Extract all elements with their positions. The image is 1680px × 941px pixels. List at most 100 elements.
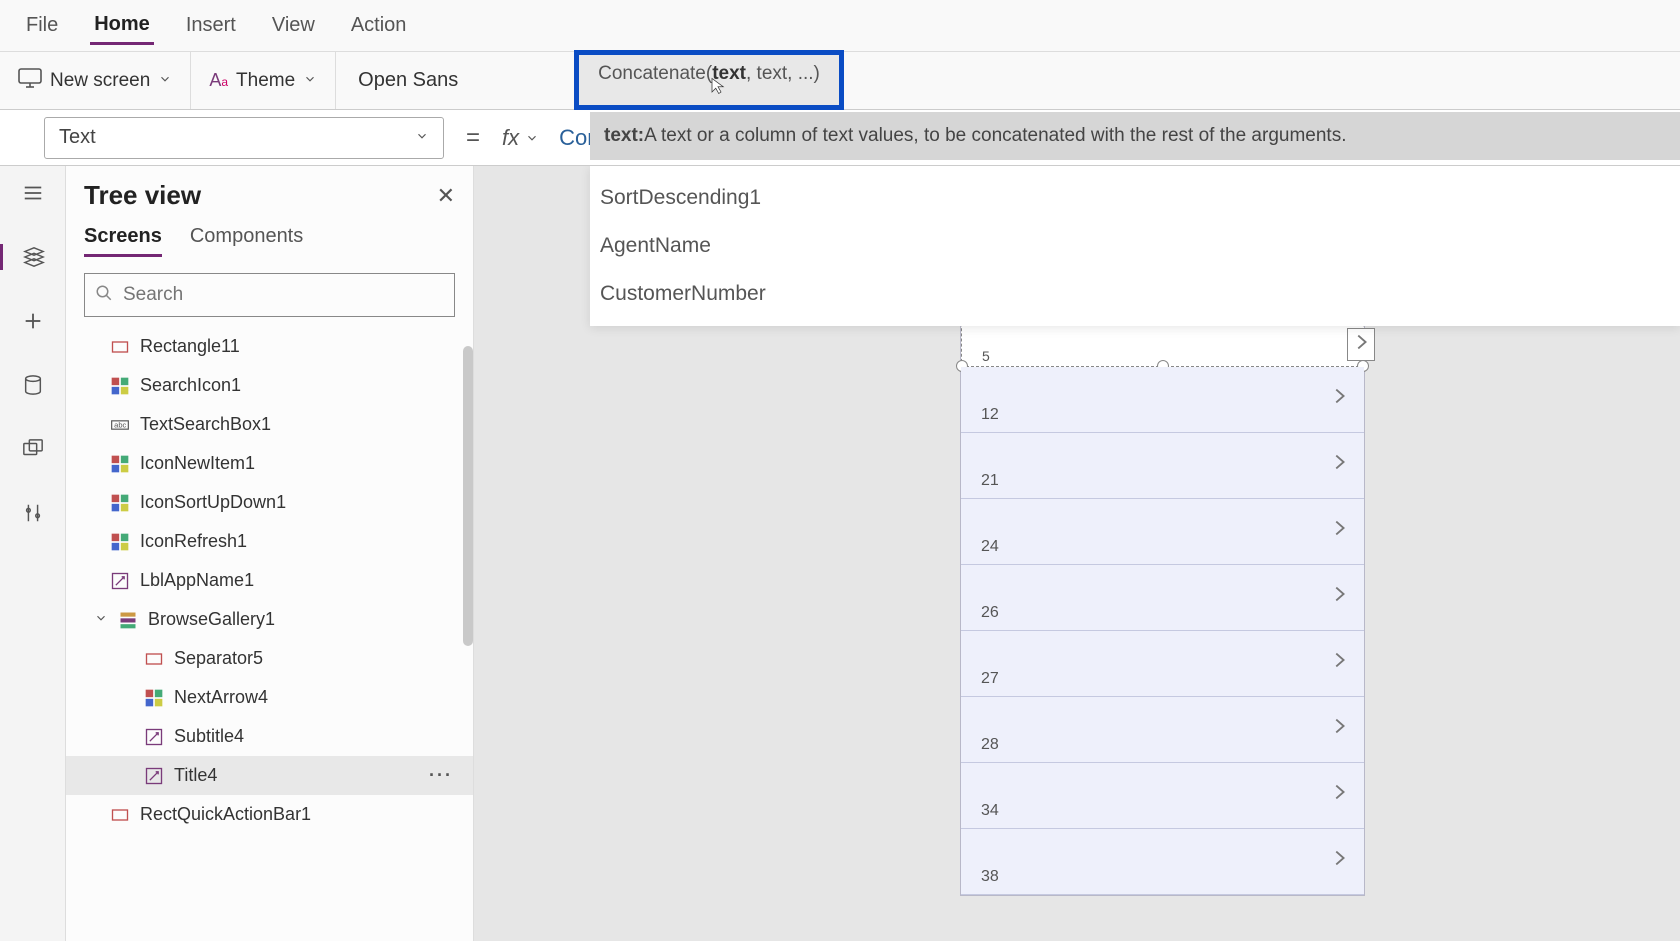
chevron-down-icon bbox=[158, 70, 172, 92]
expand-icon[interactable] bbox=[94, 611, 108, 628]
search-input[interactable] bbox=[123, 284, 444, 306]
next-arrow-icon[interactable] bbox=[1328, 847, 1350, 874]
param-desc: A text or a column of text values, to be… bbox=[644, 125, 1346, 147]
gallery-row[interactable]: 28 bbox=[961, 697, 1364, 763]
tree-title: Tree view bbox=[84, 180, 201, 211]
tree-item[interactable]: IconRefresh1 bbox=[66, 522, 473, 561]
autocomplete-item[interactable]: CustomerNumber bbox=[590, 270, 1680, 318]
tree-item[interactable]: IconSortUpDown1 bbox=[66, 483, 473, 522]
tree-item-label: IconRefresh1 bbox=[140, 531, 247, 552]
theme-button[interactable]: Aa Theme bbox=[191, 52, 336, 109]
label-icon bbox=[144, 766, 164, 786]
browse-gallery[interactable]: 5 1221242627283438 bbox=[960, 312, 1365, 896]
fx-button[interactable]: fx bbox=[502, 125, 539, 151]
new-screen-label: New screen bbox=[50, 70, 150, 92]
gallery-row[interactable]: 24 bbox=[961, 499, 1364, 565]
fx-label: fx bbox=[502, 125, 519, 151]
tools-icon[interactable] bbox=[20, 500, 46, 526]
autocomplete-item[interactable]: AgentName bbox=[590, 222, 1680, 270]
new-screen-button[interactable]: New screen bbox=[0, 52, 191, 109]
next-arrow-icon[interactable] bbox=[1328, 649, 1350, 676]
next-arrow-selected[interactable] bbox=[1347, 328, 1375, 361]
rect-icon bbox=[110, 805, 130, 825]
tree-item-label: Rectangle11 bbox=[140, 336, 240, 357]
label-icon bbox=[110, 571, 130, 591]
next-arrow-icon[interactable] bbox=[1328, 583, 1350, 610]
gallery-row-value: 27 bbox=[981, 670, 999, 688]
next-arrow-icon[interactable] bbox=[1328, 451, 1350, 478]
gallery-row[interactable]: 12 bbox=[961, 367, 1364, 433]
menu-file[interactable]: File bbox=[22, 8, 62, 43]
more-icon[interactable]: ··· bbox=[429, 765, 453, 786]
next-arrow-icon[interactable] bbox=[1328, 517, 1350, 544]
menu-home[interactable]: Home bbox=[90, 7, 154, 45]
gallery-row[interactable]: 27 bbox=[961, 631, 1364, 697]
signature-rest: , text, ...) bbox=[746, 63, 820, 84]
tree-item-label: LblAppName1 bbox=[140, 570, 254, 591]
group-icon bbox=[110, 376, 130, 396]
tree-item[interactable]: Separator5 bbox=[66, 639, 473, 678]
param-help: text: A text or a column of text values,… bbox=[590, 112, 1680, 160]
tree-item-label: Separator5 bbox=[174, 648, 263, 669]
media-icon[interactable] bbox=[20, 436, 46, 462]
gallery-row-value: 38 bbox=[981, 868, 999, 886]
tree-item[interactable]: abcTextSearchBox1 bbox=[66, 405, 473, 444]
signature-tooltip: Concatenate(text, text, ...) bbox=[574, 50, 844, 110]
next-arrow-icon[interactable] bbox=[1328, 781, 1350, 808]
tree-item[interactable]: LblAppName1 bbox=[66, 561, 473, 600]
property-value: Text bbox=[59, 126, 96, 149]
gallery-row[interactable]: 21 bbox=[961, 433, 1364, 499]
tree-item-label: IconSortUpDown1 bbox=[140, 492, 286, 513]
chevron-down-icon bbox=[525, 125, 539, 151]
next-arrow-icon[interactable] bbox=[1328, 715, 1350, 742]
tree-item-label: SearchIcon1 bbox=[140, 375, 241, 396]
gallery-row-value: 26 bbox=[981, 604, 999, 622]
close-icon[interactable]: ✕ bbox=[437, 183, 455, 209]
label-icon bbox=[144, 727, 164, 747]
left-rail bbox=[0, 166, 66, 941]
textbox-icon: abc bbox=[110, 415, 130, 435]
tree-item[interactable]: Subtitle4 bbox=[66, 717, 473, 756]
tab-screens[interactable]: Screens bbox=[84, 225, 162, 257]
tree-search[interactable] bbox=[84, 273, 455, 317]
tab-components[interactable]: Components bbox=[190, 225, 303, 257]
toolbar: New screen Aa Theme Open Sans Concatenat… bbox=[0, 52, 1680, 110]
rect-icon bbox=[110, 337, 130, 357]
font-select[interactable]: Open Sans bbox=[344, 69, 472, 92]
data-icon[interactable] bbox=[20, 372, 46, 398]
cursor-icon bbox=[709, 77, 727, 101]
tree-item-label: BrowseGallery1 bbox=[148, 609, 275, 630]
autocomplete-item[interactable]: SortDescending1 bbox=[590, 174, 1680, 222]
next-arrow-icon[interactable] bbox=[1328, 385, 1350, 412]
rect-icon bbox=[144, 649, 164, 669]
hamburger-icon[interactable] bbox=[20, 180, 46, 206]
add-icon[interactable] bbox=[20, 308, 46, 334]
tree-item[interactable]: Title4 ··· bbox=[66, 756, 473, 795]
menu-action[interactable]: Action bbox=[347, 8, 411, 43]
chevron-down-icon bbox=[303, 70, 317, 92]
tree-item[interactable]: SearchIcon1 bbox=[66, 366, 473, 405]
menubar: File Home Insert View Action bbox=[0, 0, 1680, 52]
gallery-row[interactable]: 38 bbox=[961, 829, 1364, 895]
theme-label: Theme bbox=[236, 70, 295, 92]
scrollbar-thumb[interactable] bbox=[463, 346, 473, 646]
tree-item[interactable]: NextArrow4 bbox=[66, 678, 473, 717]
gallery-row-value: 12 bbox=[981, 406, 999, 424]
gallery-row[interactable]: 26 bbox=[961, 565, 1364, 631]
screen-icon bbox=[18, 68, 42, 94]
menu-insert[interactable]: Insert bbox=[182, 8, 240, 43]
tree-view-icon[interactable] bbox=[0, 244, 65, 270]
tree-view-panel: Tree view ✕ Screens Components Rectangle… bbox=[66, 166, 474, 941]
tree-item[interactable]: RectQuickActionBar1 bbox=[66, 795, 473, 834]
tree-list: Rectangle11SearchIcon1abcTextSearchBox1I… bbox=[66, 327, 473, 932]
search-icon bbox=[95, 284, 113, 307]
tree-item-label: Title4 bbox=[174, 765, 217, 786]
gallery-row[interactable]: 34 bbox=[961, 763, 1364, 829]
tree-item[interactable]: BrowseGallery1 bbox=[66, 600, 473, 639]
tree-item[interactable]: IconNewItem1 bbox=[66, 444, 473, 483]
chevron-down-icon bbox=[415, 126, 429, 149]
tree-item-label: RectQuickActionBar1 bbox=[140, 804, 311, 825]
menu-view[interactable]: View bbox=[268, 8, 319, 43]
tree-item[interactable]: Rectangle11 bbox=[66, 327, 473, 366]
property-select[interactable]: Text bbox=[44, 117, 444, 159]
